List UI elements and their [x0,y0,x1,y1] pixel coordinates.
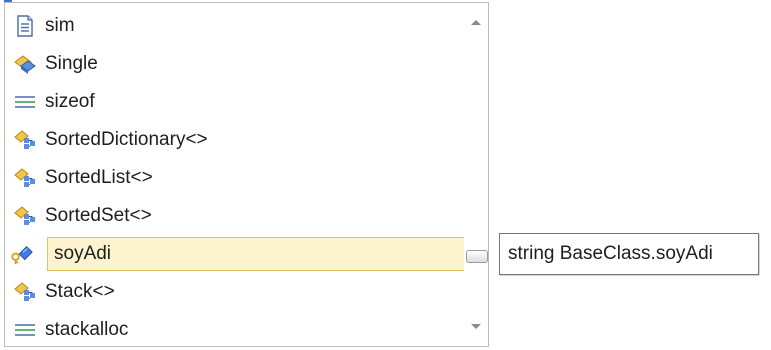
completion-item-label: stackalloc [45,319,129,340]
quickinfo-tooltip: string BaseClass.soyAdi [499,233,759,275]
protected-field-icon [10,242,34,266]
completion-item-label: Single [45,53,98,74]
tooltip-signature-text: string BaseClass.soyAdi [508,243,713,264]
completion-item-sizeof[interactable]: sizeof [9,85,465,119]
scroll-up-arrow-icon[interactable] [471,20,481,25]
completion-item-sorteddictionary[interactable]: SortedDictionary<> [9,123,465,157]
document-icon [13,14,37,38]
scroll-down-arrow-icon[interactable] [471,324,481,329]
completion-item-label: SortedList<> [45,167,153,188]
generic-class-icon [13,280,37,304]
generic-class-icon [13,128,37,152]
completion-item-single[interactable]: Single [9,47,465,81]
completion-item-label: Stack<> [45,281,115,302]
struct-icon [13,52,37,76]
completion-item-label: soyAdi [54,243,112,264]
quickinfo-tooltip-icon [466,250,488,263]
completion-item-label: SortedSet<> [45,205,152,226]
completion-item-label: SortedDictionary<> [45,129,208,150]
completion-item-stack[interactable]: Stack<> [9,275,465,309]
vertical-scrollbar[interactable] [464,3,488,346]
generic-class-icon [13,204,37,228]
intellisense-completion-list[interactable]: sim Single sizeof SortedDictionary<> Sor… [4,2,489,347]
completion-item-stackalloc[interactable]: stackalloc [9,313,465,347]
completion-item-sortedset[interactable]: SortedSet<> [9,199,465,233]
keyword-icon [13,90,37,114]
completion-item-sortedlist[interactable]: SortedList<> [9,161,465,195]
completion-item-label: sim [45,15,75,36]
keyword-icon [13,318,37,342]
completion-item-soyadi[interactable]: soyAdi [11,237,465,271]
completion-item-label: sizeof [45,91,95,112]
completion-item-sim[interactable]: sim [9,9,465,43]
generic-class-icon [13,166,37,190]
